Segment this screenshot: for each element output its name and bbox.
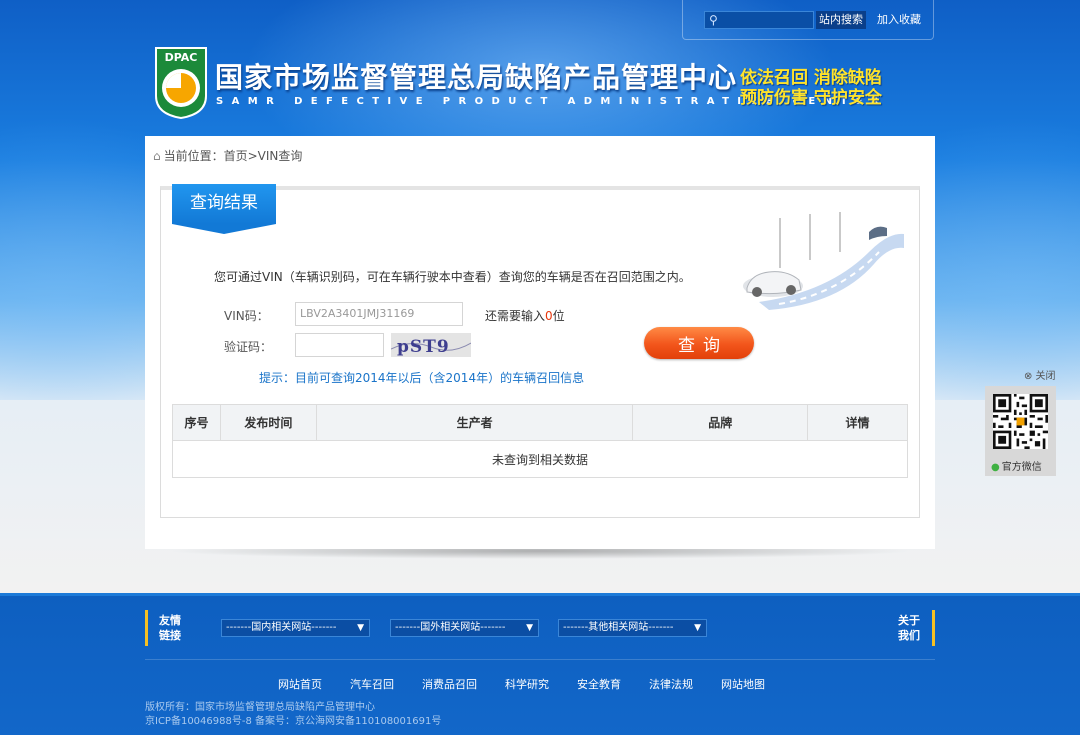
friend-links-bar: 友情 链接 -------国内相关网站------- ▼ -------国外相关网…	[145, 610, 935, 646]
breadcrumb-text[interactable]: 当前位置：首页>VIN查询	[164, 149, 303, 163]
add-favorite-link[interactable]: 加入收藏	[877, 11, 921, 29]
footer-nav-auto-recall[interactable]: 汽车召回	[350, 678, 394, 691]
other-sites-select[interactable]: -------其他相关网站------- ▼	[558, 619, 707, 637]
footer-nav-research[interactable]: 科学研究	[505, 678, 549, 691]
table-row: 未查询到相关数据	[172, 440, 908, 478]
card-shadow	[170, 549, 910, 565]
results-table: 序号 发布时间 生产者 品牌 详情 未查询到相关数据	[172, 404, 908, 478]
friend-label-line2: 链接	[159, 629, 181, 642]
wechat-label-text: 官方微信	[1001, 462, 1042, 473]
friend-links-label: 友情 链接	[145, 610, 185, 646]
footer-nav-consumer-recall[interactable]: 消费品召回	[422, 678, 477, 691]
result-tab: 查询结果	[172, 184, 276, 236]
col-detail: 详情	[807, 404, 908, 441]
about-line2: 我们	[898, 629, 920, 642]
slogan-line-1: 依法召回 消除缺陷	[740, 68, 882, 88]
search-field[interactable]: ⚲	[704, 11, 814, 29]
captcha-image[interactable]: pST9	[391, 333, 471, 357]
search-input[interactable]	[725, 12, 813, 28]
search-icon: ⚲	[709, 13, 718, 27]
remaining-prefix: 还需要输入	[485, 309, 546, 323]
qr-code	[993, 394, 1048, 449]
table-header-row: 序号 发布时间 生产者 品牌 详情	[172, 404, 908, 441]
col-publish-time: 发布时间	[219, 404, 317, 441]
captcha-input[interactable]	[295, 333, 384, 357]
logo-text: DPAC	[165, 51, 198, 64]
chevron-down-icon: ▼	[694, 623, 701, 633]
remaining-count: 0	[545, 309, 553, 323]
domestic-sites-select[interactable]: -------国内相关网站------- ▼	[221, 619, 370, 637]
captcha-label: 验证码：	[224, 340, 273, 354]
vin-input[interactable]: LBV2A3401JMJ31169	[295, 302, 463, 326]
query-button[interactable]: 查询	[644, 327, 754, 359]
foreign-sites-select[interactable]: -------国外相关网站------- ▼	[390, 619, 539, 637]
dpac-logo: DPAC	[155, 47, 207, 120]
query-panel: 查询结果 您可通过VIN（车辆识别码，可在车辆行驶本中查看）查询您的车辆是否在召…	[160, 184, 920, 518]
site-title: 国家市场监督管理总局缺陷产品管理中心	[215, 61, 738, 94]
col-index: 序号	[172, 404, 221, 441]
copyright: 版权所有：国家市场监督管理总局缺陷产品管理中心	[145, 702, 375, 713]
result-tab-label: 查询结果	[172, 184, 276, 224]
site-search-button[interactable]: 站内搜索	[816, 11, 866, 29]
vin-label: VIN码：	[224, 309, 269, 323]
main-card: ⌂ 当前位置：首页>VIN查询 查询结果 您可通过VIN（车辆识别码，可在车辆行驶…	[145, 136, 935, 549]
col-manufacturer: 生产者	[315, 404, 634, 441]
col-brand: 品牌	[632, 404, 809, 441]
home-icon: ⌂	[153, 149, 161, 163]
other-sites-text: -------其他相关网站-------	[563, 622, 674, 633]
footer-nav-safety-education[interactable]: 安全教育	[577, 678, 621, 691]
qr-close-button[interactable]: ⊗ 关闭	[1024, 367, 1056, 382]
intro-text: 您可通过VIN（车辆识别码，可在车辆行驶本中查看）查询您的车辆是否在召回范围之内…	[214, 270, 691, 284]
wechat-icon: ●	[991, 462, 1000, 473]
remaining-chars: 还需要输入0位	[485, 307, 565, 324]
about-us-link[interactable]: 关于 我们	[880, 610, 935, 646]
query-hint: 提示：目前可查询2014年以后（含2014年）的车辆召回信息	[259, 371, 585, 385]
empty-result: 未查询到相关数据	[172, 440, 908, 478]
header-search-area: ⚲ 站内搜索 加入收藏	[682, 0, 934, 40]
slogan: 依法召回 消除缺陷 预防伤害 守护安全	[740, 68, 882, 108]
domestic-sites-text: -------国内相关网站-------	[226, 622, 337, 633]
slogan-line-2: 预防伤害 守护安全	[740, 88, 882, 108]
footer-nav-sitemap[interactable]: 网站地图	[721, 678, 765, 691]
remaining-suffix: 位	[552, 309, 565, 323]
foreign-sites-text: -------国外相关网站-------	[395, 622, 506, 633]
captcha-text: pST9	[397, 337, 450, 357]
result-tab-tip	[172, 224, 276, 234]
footer-nav-home[interactable]: 网站首页	[278, 678, 322, 691]
chevron-down-icon: ▼	[357, 623, 364, 633]
car-illustration	[743, 212, 904, 310]
footer-nav: 网站首页 汽车召回 消费品召回 科学研究 安全教育 法律法规 网站地图	[278, 676, 793, 692]
chevron-down-icon: ▼	[526, 623, 533, 633]
breadcrumb: ⌂ 当前位置：首页>VIN查询	[153, 147, 302, 164]
footer: 友情 链接 -------国内相关网站------- ▼ -------国外相关网…	[0, 593, 1080, 735]
footer-divider	[145, 659, 935, 660]
wechat-qr-widget: ● 官方微信	[985, 386, 1056, 476]
friend-label-line1: 友情	[159, 614, 181, 627]
about-line1: 关于	[898, 614, 920, 627]
wechat-label: ● 官方微信	[991, 458, 1042, 473]
footer-nav-laws[interactable]: 法律法规	[649, 678, 693, 691]
icp-record: 京ICP备10046988号-8 备案号：京公海网安备110108001691号	[145, 716, 442, 727]
